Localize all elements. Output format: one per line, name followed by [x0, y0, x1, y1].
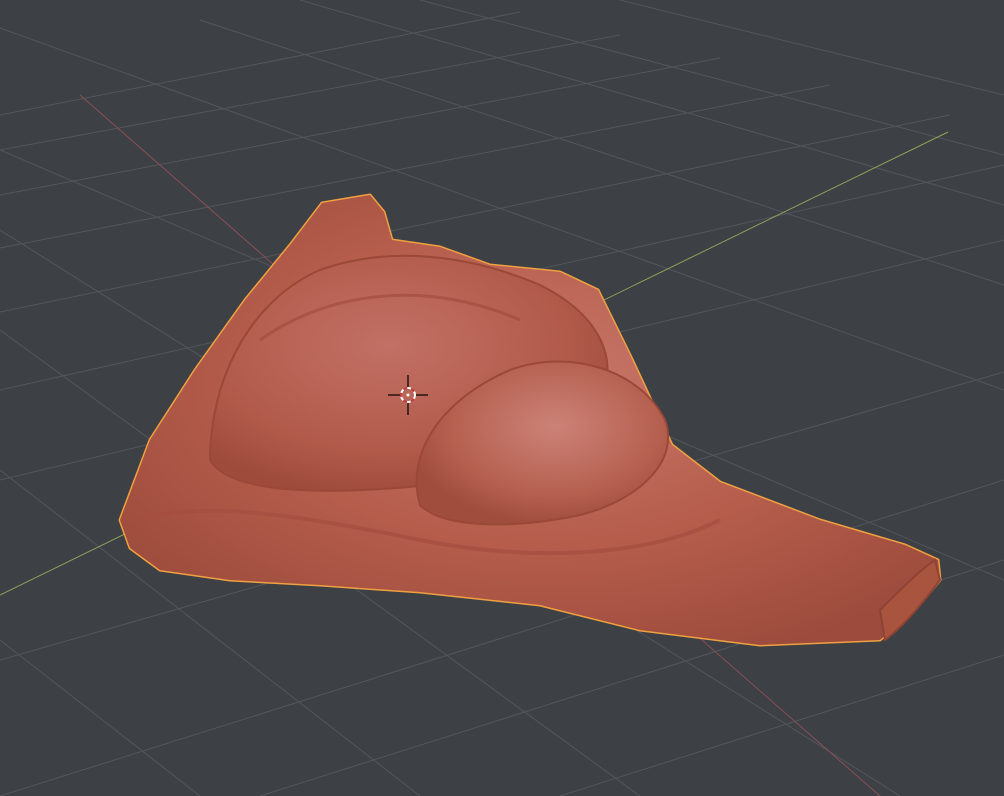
sculpted-mesh-object[interactable] [118, 193, 942, 647]
3d-viewport[interactable] [0, 0, 1004, 796]
viewport-canvas[interactable] [0, 0, 1004, 796]
